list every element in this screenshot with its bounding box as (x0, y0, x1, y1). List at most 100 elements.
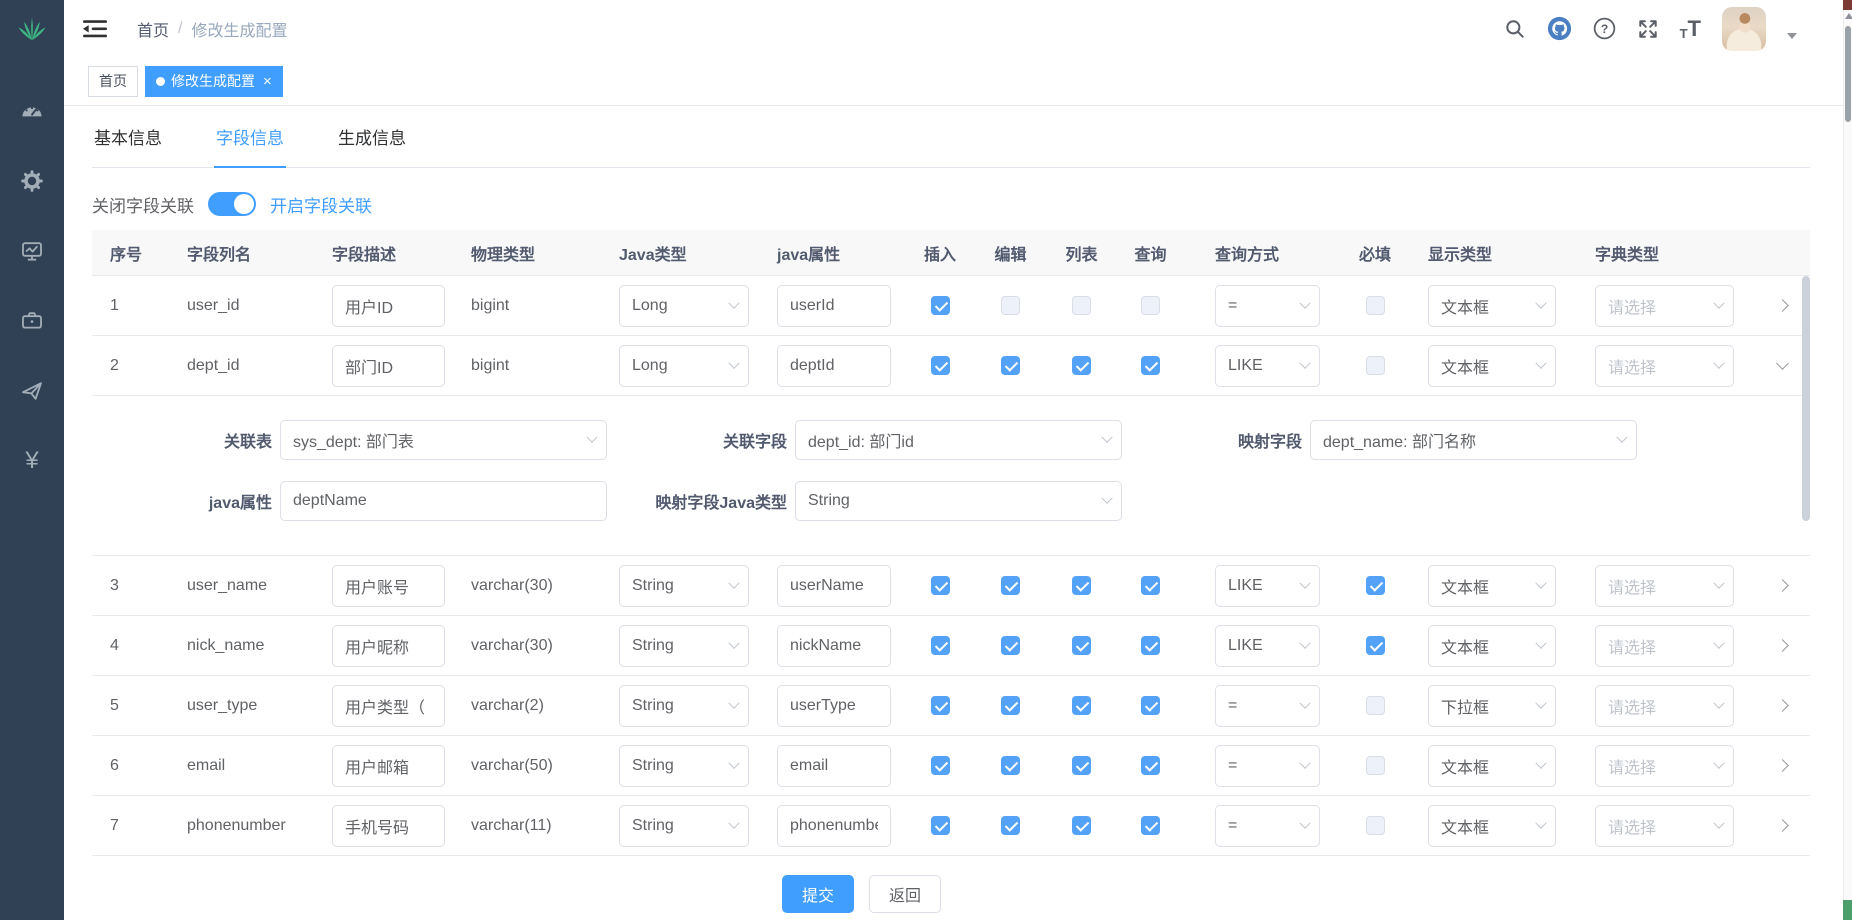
tab-field-info[interactable]: 字段信息 (214, 124, 286, 167)
description-input[interactable] (332, 285, 445, 327)
required-checkbox[interactable] (1366, 756, 1385, 775)
submit-button[interactable]: 提交 (782, 875, 854, 913)
required-checkbox[interactable] (1366, 356, 1385, 375)
edit-checkbox[interactable] (1001, 816, 1020, 835)
sidebar-collapse-button[interactable] (77, 13, 113, 45)
font-size-button[interactable]: TT (1680, 18, 1701, 40)
insert-checkbox[interactable] (931, 816, 950, 835)
edit-checkbox[interactable] (1001, 636, 1020, 655)
java-type-select[interactable]: String (619, 685, 749, 727)
java-type-select[interactable]: Long (619, 345, 749, 387)
search-button[interactable] (1504, 18, 1526, 40)
fullscreen-button[interactable] (1637, 18, 1659, 40)
display-type-select[interactable]: 文本框 (1428, 285, 1556, 327)
java-field-input[interactable] (777, 625, 891, 667)
dict-type-select[interactable]: 请选择 (1595, 345, 1734, 387)
relation-switch[interactable] (208, 192, 256, 216)
insert-checkbox[interactable] (931, 636, 950, 655)
query-checkbox[interactable] (1141, 576, 1160, 595)
edit-checkbox[interactable] (1001, 696, 1020, 715)
description-input[interactable] (332, 745, 445, 787)
row-expand-arrow[interactable] (1776, 299, 1789, 312)
list-checkbox[interactable] (1072, 696, 1091, 715)
java-field-input[interactable] (777, 565, 891, 607)
list-checkbox[interactable] (1072, 356, 1091, 375)
help-button[interactable]: ? (1593, 17, 1616, 40)
java-field-input[interactable] (777, 345, 891, 387)
description-input[interactable] (332, 625, 445, 667)
java-field-input[interactable] (777, 685, 891, 727)
display-type-select[interactable]: 文本框 (1428, 745, 1556, 787)
query-type-select[interactable]: LIKE (1215, 625, 1320, 667)
sidebar-item-system[interactable] (0, 146, 64, 216)
insert-checkbox[interactable] (931, 296, 950, 315)
edit-checkbox[interactable] (1001, 576, 1020, 595)
query-checkbox[interactable] (1141, 296, 1160, 315)
display-type-select[interactable]: 文本框 (1428, 345, 1556, 387)
tag-home[interactable]: 首页 (88, 66, 138, 97)
expansion-input[interactable] (280, 481, 607, 521)
query-type-select[interactable]: = (1215, 805, 1320, 847)
app-logo[interactable] (0, 0, 64, 58)
avatar-dropdown-caret[interactable] (1787, 33, 1797, 39)
row-expand-arrow[interactable] (1776, 699, 1789, 712)
java-type-select[interactable]: String (619, 805, 749, 847)
display-type-select[interactable]: 文本框 (1428, 625, 1556, 667)
query-checkbox[interactable] (1141, 636, 1160, 655)
row-expand-arrow[interactable] (1776, 759, 1789, 772)
table-scrollbar-thumb[interactable] (1802, 276, 1810, 521)
github-link[interactable] (1547, 16, 1572, 41)
list-checkbox[interactable] (1072, 576, 1091, 595)
edit-checkbox[interactable] (1001, 756, 1020, 775)
scrollbar-up-arrow[interactable] (1845, 13, 1852, 19)
dict-type-select[interactable]: 请选择 (1595, 625, 1734, 667)
required-checkbox[interactable] (1366, 636, 1385, 655)
query-type-select[interactable]: = (1215, 285, 1320, 327)
java-type-select[interactable]: String (619, 625, 749, 667)
sidebar-item-monitor[interactable] (0, 216, 64, 286)
sidebar-item-guide[interactable] (0, 356, 64, 426)
query-type-select[interactable]: = (1215, 745, 1320, 787)
edit-checkbox[interactable] (1001, 356, 1020, 375)
display-type-select[interactable]: 文本框 (1428, 565, 1556, 607)
row-expand-arrow[interactable] (1776, 579, 1789, 592)
description-input[interactable] (332, 685, 445, 727)
list-checkbox[interactable] (1072, 296, 1091, 315)
query-checkbox[interactable] (1141, 756, 1160, 775)
insert-checkbox[interactable] (931, 356, 950, 375)
tab-basic-info[interactable]: 基本信息 (92, 124, 164, 167)
tab-generate-info[interactable]: 生成信息 (336, 124, 408, 167)
expansion-select[interactable]: dept_id: 部门id (795, 420, 1122, 460)
expansion-select[interactable]: String (795, 481, 1122, 521)
query-type-select[interactable]: LIKE (1215, 345, 1320, 387)
java-type-select[interactable]: String (619, 565, 749, 607)
row-expand-arrow[interactable] (1776, 819, 1789, 832)
required-checkbox[interactable] (1366, 576, 1385, 595)
tag-active-page[interactable]: 修改生成配置 × (145, 66, 283, 97)
description-input[interactable] (332, 345, 445, 387)
dict-type-select[interactable]: 请选择 (1595, 685, 1734, 727)
scrollbar-thumb[interactable] (1845, 26, 1851, 122)
java-type-select[interactable]: String (619, 745, 749, 787)
user-avatar[interactable] (1722, 7, 1766, 51)
query-checkbox[interactable] (1141, 816, 1160, 835)
list-checkbox[interactable] (1072, 636, 1091, 655)
sidebar-item-pay[interactable]: ¥ (0, 426, 64, 496)
required-checkbox[interactable] (1366, 816, 1385, 835)
row-expand-arrow[interactable] (1776, 639, 1789, 652)
list-checkbox[interactable] (1072, 816, 1091, 835)
page-scrollbar[interactable] (1843, 0, 1852, 920)
required-checkbox[interactable] (1366, 296, 1385, 315)
sidebar-item-tool[interactable] (0, 286, 64, 356)
query-type-select[interactable]: LIKE (1215, 565, 1320, 607)
list-checkbox[interactable] (1072, 756, 1091, 775)
display-type-select[interactable]: 下拉框 (1428, 685, 1556, 727)
insert-checkbox[interactable] (931, 756, 950, 775)
expansion-select[interactable]: dept_name: 部门名称 (1310, 420, 1637, 460)
dict-type-select[interactable]: 请选择 (1595, 805, 1734, 847)
query-checkbox[interactable] (1141, 356, 1160, 375)
display-type-select[interactable]: 文本框 (1428, 805, 1556, 847)
query-checkbox[interactable] (1141, 696, 1160, 715)
java-field-input[interactable] (777, 745, 891, 787)
java-type-select[interactable]: Long (619, 285, 749, 327)
